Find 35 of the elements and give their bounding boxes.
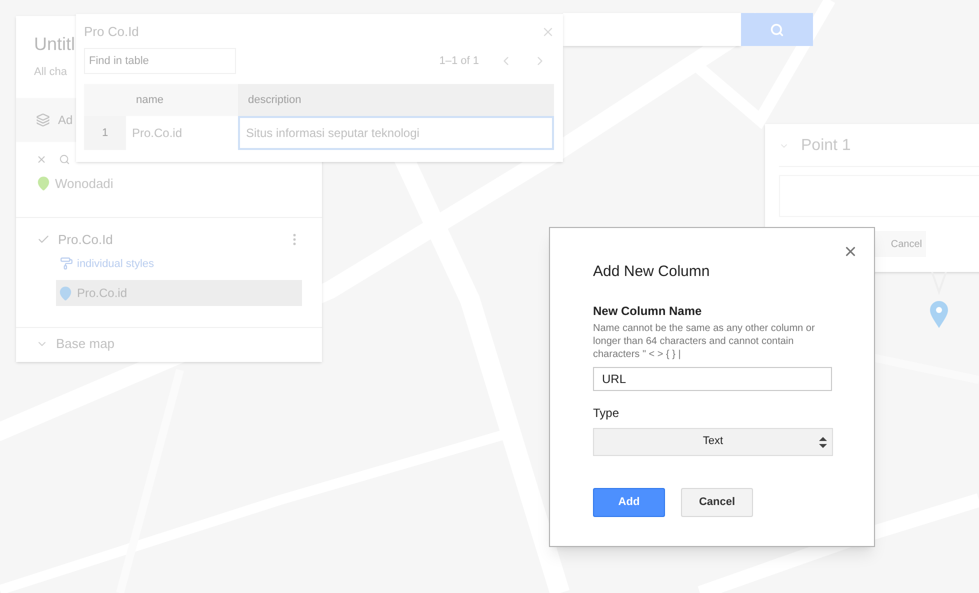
paint-roller-icon	[60, 257, 73, 270]
pager-text: 1–1 of 1	[439, 54, 479, 69]
table-title: Pro Co.Id	[84, 23, 139, 42]
find-field[interactable]: Find in table	[84, 48, 236, 74]
map-title: Untitl	[34, 33, 76, 55]
column-name-field[interactable]: URL	[593, 366, 832, 390]
add-button[interactable]: Add	[593, 488, 665, 516]
layer-name: Pro.Co.Id	[58, 231, 113, 249]
base-map-label[interactable]: Base map	[56, 334, 115, 354]
type-label: Type	[593, 404, 620, 422]
type-select[interactable]: Text	[593, 428, 833, 456]
field-label: New Column Name	[593, 302, 703, 320]
search-icon	[770, 22, 784, 36]
pin-icon	[36, 176, 51, 192]
pin-icon	[58, 286, 73, 300]
help-text: Name cannot be the same as any other column or longer than 64 characters and cannot contain characters " < > { } |	[593, 322, 816, 360]
layers-icon	[36, 113, 50, 127]
column-header[interactable]: name	[126, 84, 238, 116]
table-cell[interactable]: Situs informasi seputar teknologi	[238, 116, 554, 150]
cancel-button[interactable]: Cancel	[681, 488, 753, 516]
close-icon	[541, 25, 555, 39]
add-layer-link[interactable]: Ad	[58, 111, 73, 129]
close-icon	[36, 154, 47, 164]
row-number: 1	[84, 116, 126, 150]
search-icon	[59, 154, 70, 164]
close-icon	[843, 244, 858, 259]
style-link[interactable]: individual styles	[60, 256, 302, 272]
map-subtitle: All cha	[34, 65, 68, 80]
updown-icon	[819, 436, 827, 448]
place-item[interactable]: Wonodadi	[16, 174, 322, 194]
search-bar[interactable]	[563, 13, 741, 46]
column-header[interactable]: description	[238, 84, 554, 116]
table-cell[interactable]: Pro.Co.id	[126, 116, 238, 150]
search-button[interactable]	[741, 13, 813, 46]
dialog-title: Add New Column	[593, 262, 711, 282]
